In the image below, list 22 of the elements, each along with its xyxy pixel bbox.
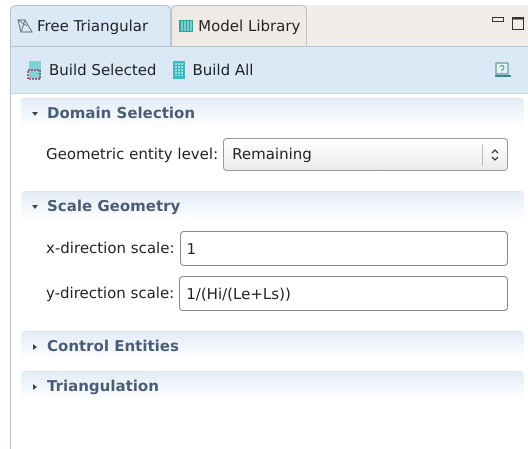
updown-icon xyxy=(491,148,499,160)
triangle-mesh-icon xyxy=(17,18,33,34)
tab[interactable]: Free Triangular xyxy=(10,5,172,46)
tab[interactable]: Model Library xyxy=(171,5,308,46)
minimize-icon[interactable] xyxy=(492,17,504,23)
help-icon[interactable] xyxy=(494,61,512,79)
maximize-icon[interactable] xyxy=(512,17,524,30)
field-label: x-direction scale: xyxy=(46,238,174,260)
expand-icon xyxy=(31,382,39,390)
building-icon xyxy=(27,60,43,80)
dropdown[interactable]: Remaining xyxy=(223,138,508,171)
input-field[interactable]: 1/(Hi/(Le+Ls)) xyxy=(179,276,508,311)
field-label: Geometric entity level: xyxy=(46,144,218,166)
expand-icon xyxy=(31,342,39,350)
collapse-icon xyxy=(31,110,39,118)
library-icon xyxy=(178,18,194,34)
collapse-icon xyxy=(31,202,39,210)
build-button[interactable]: Build All xyxy=(172,58,254,82)
field-label: y-direction scale: xyxy=(46,283,174,304)
build-button[interactable]: Build Selected xyxy=(27,58,156,82)
building-icon xyxy=(172,60,186,80)
input-field[interactable]: 1 xyxy=(180,231,508,266)
